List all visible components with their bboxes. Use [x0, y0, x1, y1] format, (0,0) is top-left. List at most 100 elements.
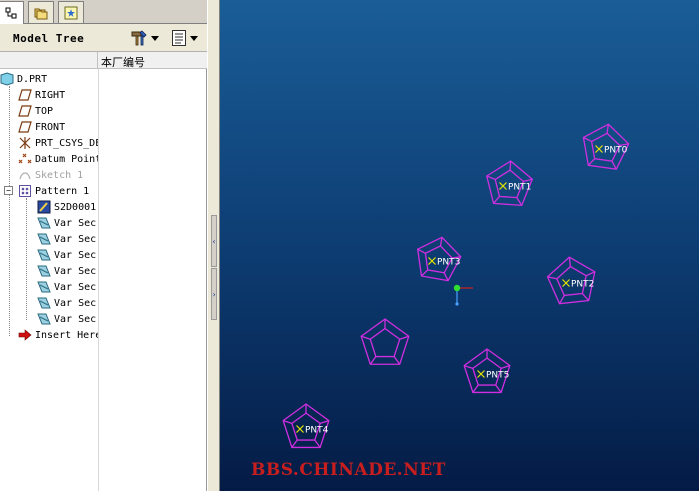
tree-item-insert-here[interactable]: Insert Here — [18, 327, 98, 343]
datum-point-icon — [18, 152, 32, 166]
pattern-member-pnt0[interactable]: PNT0 — [582, 123, 630, 170]
chevron-down-icon — [190, 35, 198, 41]
pentagon-spoke — [587, 158, 596, 166]
pattern-member-pnt5[interactable]: PNT5 — [463, 348, 511, 394]
pentagon-spoke — [558, 295, 565, 304]
point-label: PNT2 — [571, 280, 594, 290]
datum-point-marker-icon — [562, 279, 570, 287]
point-label: PNT1 — [508, 183, 531, 193]
var-sec-icon — [37, 216, 51, 230]
tab-favorites[interactable] — [58, 1, 84, 23]
column-divider[interactable] — [97, 52, 98, 69]
csys-origin — [453, 284, 461, 292]
pattern-collapse-toggle[interactable]: − — [4, 186, 13, 195]
watermark-text: BBS.CHINADE.NET — [251, 460, 446, 480]
tree-item-pattern[interactable]: Pattern 1 — [18, 183, 89, 199]
model-scene: PNT0 PNT1 PNT2 PNT3 PNT4 PNT5 — [282, 123, 630, 449]
csys-y-end — [455, 302, 459, 306]
insert-arrow-icon — [18, 328, 32, 342]
tree-item-datum-point[interactable]: Datum Point — [18, 151, 98, 167]
tree-item-var-sec-4[interactable]: Var Sec — [37, 263, 96, 279]
pattern-member-pnt4[interactable]: PNT4 — [282, 403, 330, 449]
model-tree-panel: Model Tree 本厂编号 − D.PRT RIGHT TOP FRONT … — [0, 0, 207, 491]
datum-point-marker-icon — [595, 145, 603, 153]
column-header-label: 本厂编号 — [101, 56, 145, 69]
tab-model-tree[interactable] — [0, 1, 24, 24]
folders-icon — [34, 8, 48, 19]
csys-icon — [18, 136, 32, 150]
chevron-left-icon: ‹ — [211, 236, 217, 246]
datum-point-marker-icon — [477, 370, 485, 378]
tree-item-var-sec-2[interactable]: Var Sec — [37, 231, 96, 247]
expand-right-handle[interactable]: › — [211, 268, 217, 320]
pentagon-spoke — [495, 384, 502, 393]
tree-item-var-sec-7[interactable]: Var Sec — [37, 311, 96, 327]
var-sec-icon — [37, 264, 51, 278]
panel-splitter[interactable]: ‹ › — [207, 0, 220, 491]
tree-column-header: 本厂编号 — [0, 52, 207, 69]
model-tree-icon — [5, 7, 17, 19]
pentagon-spoke — [516, 197, 523, 206]
point-label: PNT3 — [437, 258, 460, 268]
panel-title: Model Tree — [13, 32, 85, 45]
tree-item-root[interactable]: D.PRT — [0, 71, 47, 87]
chevron-right-icon: › — [211, 289, 217, 299]
tree-item-csys[interactable]: PRT_CSYS_DEF — [18, 135, 98, 151]
datum-point-marker-icon — [296, 425, 304, 433]
model-tree-header: Model Tree — [0, 24, 207, 52]
pentagon-spoke — [611, 160, 617, 170]
tree-item-front[interactable]: FRONT — [18, 119, 65, 135]
settings-dropdown-button[interactable] — [130, 29, 159, 47]
var-sec-icon — [37, 296, 51, 310]
var-sec-icon — [37, 248, 51, 262]
pattern-icon — [18, 184, 32, 198]
datum-plane-icon — [18, 88, 32, 102]
pentagon-spoke — [509, 161, 512, 171]
tree-item-sketch[interactable]: Sketch 1 — [18, 167, 83, 183]
model-tree: − D.PRT RIGHT TOP FRONT PRT_CSYS_D Datum… — [0, 70, 98, 490]
tab-folder-browser[interactable] — [28, 1, 54, 23]
list-icon — [172, 30, 186, 46]
tree-item-var-sec-6[interactable]: Var Sec — [37, 295, 96, 311]
pattern-member-pnt1[interactable]: PNT1 — [486, 160, 534, 207]
point-label: PNT5 — [486, 371, 509, 381]
pentagon-edge — [369, 327, 401, 358]
pentagon-spoke — [493, 195, 500, 204]
navigator-tab-strip — [0, 0, 207, 24]
tree-item-top[interactable]: TOP — [18, 103, 53, 119]
collapse-left-handle[interactable]: ‹ — [211, 215, 217, 267]
sketch-edit-icon — [37, 200, 51, 214]
pentagon-spoke — [417, 248, 426, 254]
tree-item-var-sec-3[interactable]: Var Sec — [37, 247, 96, 263]
var-sec-icon — [37, 280, 51, 294]
favorites-icon — [64, 6, 78, 19]
pattern-member[interactable] — [360, 318, 410, 365]
tree-item-right[interactable]: RIGHT — [18, 87, 65, 103]
tree-item-s2d0001[interactable]: S2D0001 — [37, 199, 96, 215]
pentagon-spoke — [369, 356, 377, 365]
sketch-icon — [18, 168, 32, 182]
pentagon-spoke — [291, 439, 298, 448]
datum-plane-icon — [18, 120, 32, 134]
tree-item-var-sec-1[interactable]: Var Sec — [37, 215, 96, 231]
pentagon-spoke — [393, 356, 401, 365]
point-label: PNT0 — [604, 146, 628, 156]
csys-triad-icon — [453, 284, 473, 306]
graphics-viewport[interactable]: PNT0 PNT1 PNT2 PNT3 PNT4 PNT5 BBS.CHINADE.NET — [220, 0, 699, 491]
chevron-down-icon — [151, 35, 159, 41]
tree-guide-line — [26, 198, 27, 320]
pentagon-spoke — [472, 384, 479, 393]
datum-plane-icon — [18, 104, 32, 118]
tree-item-var-sec-5[interactable]: Var Sec — [37, 279, 96, 295]
var-sec-icon — [37, 312, 51, 326]
pentagon-spoke — [568, 257, 572, 267]
pattern-member-pnt3[interactable]: PNT3 — [416, 236, 462, 282]
pattern-member-pnt2[interactable]: PNT2 — [546, 256, 596, 305]
datum-point-marker-icon — [499, 182, 507, 190]
pentagon-spoke — [606, 124, 609, 134]
pentagon-spoke — [581, 293, 590, 302]
tools-icon — [131, 30, 147, 46]
datum-point-marker-icon — [428, 257, 436, 265]
show-dropdown-button[interactable] — [171, 29, 198, 47]
point-label: PNT4 — [305, 426, 329, 436]
